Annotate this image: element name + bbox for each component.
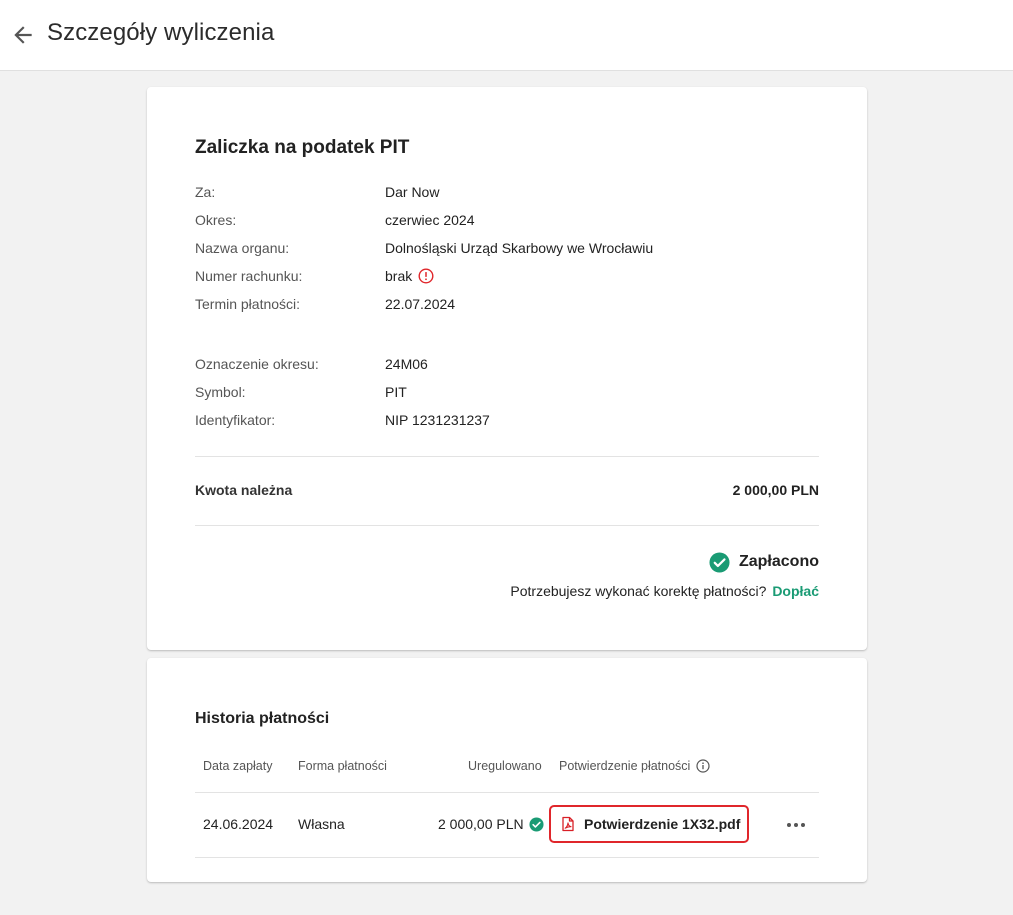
extra-value: PIT xyxy=(385,384,407,400)
detail-value: 22.07.2024 xyxy=(385,296,456,312)
top-bar: Szczegóły wyliczenia xyxy=(0,0,1013,71)
payment-status: Zapłacono xyxy=(709,551,819,573)
page-title: Szczegóły wyliczenia xyxy=(47,19,275,46)
column-header-amount: Uregulowano xyxy=(468,759,542,773)
table-divider xyxy=(195,857,819,858)
detail-label: Okres: xyxy=(195,212,237,228)
detail-label: Numer rachunku: xyxy=(195,268,303,284)
cell-amount: 2 000,00 PLN xyxy=(438,816,524,832)
detail-value-wrap: brak xyxy=(385,268,434,284)
more-horizontal-icon xyxy=(787,823,805,827)
account-value: brak xyxy=(385,268,413,284)
detail-label: Za: xyxy=(195,184,216,200)
history-title: Historia płatności xyxy=(195,710,330,727)
history-card: Historia płatności Data zapłaty Forma pł… xyxy=(147,658,867,882)
back-button[interactable] xyxy=(10,22,36,48)
table-divider xyxy=(195,792,819,793)
column-header-date: Data zapłaty xyxy=(203,759,273,773)
column-header-confirmation: Potwierdzenie płatności xyxy=(559,759,691,773)
correction-question: Potrzebujesz wykonać korektę płatności? xyxy=(510,583,767,599)
row-more-button[interactable] xyxy=(784,813,808,837)
detail-value: Dar Now xyxy=(385,184,440,200)
confirmation-filename: Potwierdzenie 1X32.pdf xyxy=(584,816,741,832)
pdf-file-icon xyxy=(562,816,574,832)
correction-prompt: Potrzebujesz wykonać korektę płatności? … xyxy=(510,583,819,599)
cell-amount-wrap: 2 000,00 PLN xyxy=(438,816,544,832)
column-header-form: Forma płatności xyxy=(298,759,387,773)
summary-title: Zaliczka na podatek PIT xyxy=(195,137,410,158)
extra-value: 24M06 xyxy=(385,356,428,372)
column-header-confirmation-wrap: Potwierdzenie płatności xyxy=(559,759,710,773)
cell-date: 24.06.2024 xyxy=(203,816,274,832)
cell-form: Własna xyxy=(298,816,345,832)
amount-row: Kwota należna 2 000,00 PLN xyxy=(195,482,819,502)
extra-label: Oznaczenie okresu: xyxy=(195,356,319,372)
topup-link[interactable]: Dopłać xyxy=(772,583,819,599)
download-confirmation-button[interactable]: Potwierdzenie 1X32.pdf xyxy=(549,805,749,843)
amount-label: Kwota należna xyxy=(195,482,293,498)
arrow-left-icon xyxy=(14,26,32,44)
detail-label: Termin płatności: xyxy=(195,296,301,312)
detail-label: Nazwa organu: xyxy=(195,240,290,256)
check-circle-icon xyxy=(709,551,730,573)
exclamation-circle-icon xyxy=(418,268,434,284)
info-icon[interactable] xyxy=(696,759,710,773)
divider xyxy=(195,525,819,526)
summary-card: Zaliczka na podatek PIT Za: Dar Now Okre… xyxy=(147,87,867,650)
status-text: Zapłacono xyxy=(738,553,819,570)
detail-value: Dolnośląski Urząd Skarbowy we Wrocławiu xyxy=(385,240,654,256)
extra-value: NIP 1231231237 xyxy=(385,412,490,428)
detail-value: czerwiec 2024 xyxy=(385,212,475,228)
extra-label: Identyfikator: xyxy=(195,412,276,428)
divider xyxy=(195,456,819,457)
amount-value: 2 000,00 PLN xyxy=(732,482,819,498)
extra-label: Symbol: xyxy=(195,384,246,400)
check-circle-icon xyxy=(529,816,544,832)
